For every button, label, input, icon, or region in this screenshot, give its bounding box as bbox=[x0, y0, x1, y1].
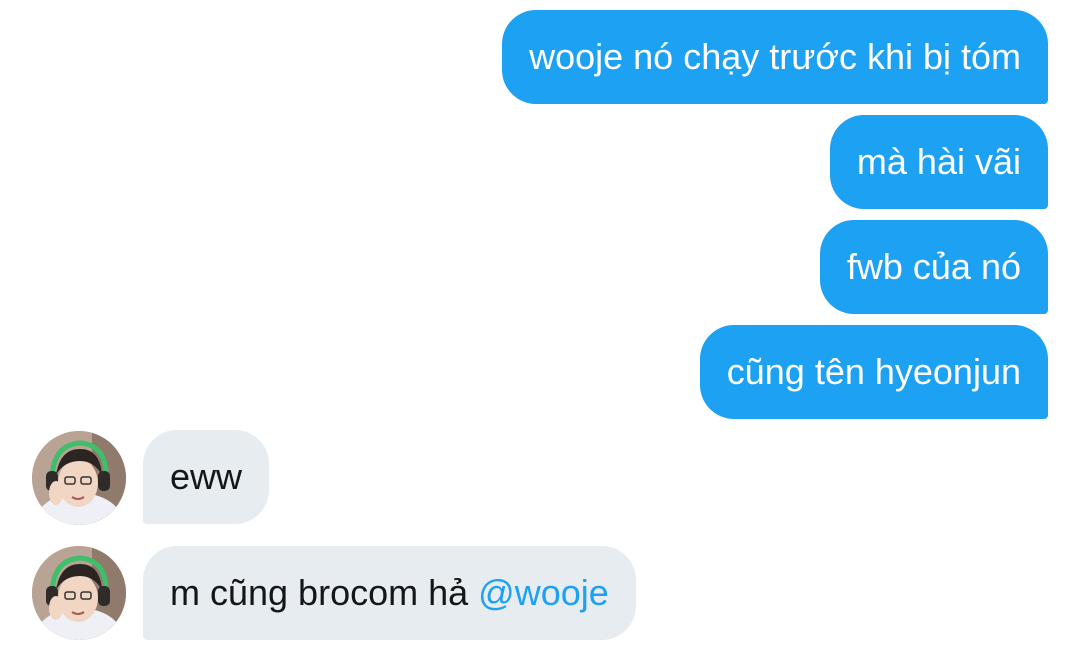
message-text: wooje nó chạy trước khi bị tóm bbox=[529, 36, 1021, 77]
message-thread: wooje nó chạy trước khi bị tóm mà hài vã… bbox=[0, 0, 1080, 650]
message-text: fwb của nó bbox=[846, 246, 1021, 287]
user-mention-link[interactable]: @wooje bbox=[478, 572, 609, 613]
message-text: eww bbox=[170, 456, 243, 497]
sender-avatar[interactable] bbox=[32, 431, 126, 525]
received-message-bubble[interactable]: eww bbox=[143, 430, 270, 524]
message-text: m cũng brocom hả bbox=[170, 572, 479, 613]
sent-message-bubble[interactable]: mà hài vãi bbox=[829, 115, 1048, 209]
sender-avatar[interactable] bbox=[32, 546, 126, 640]
avatar-photo-icon bbox=[32, 431, 126, 525]
message-text: cũng tên hyeonjun bbox=[726, 351, 1021, 392]
message-text: mà hài vãi bbox=[856, 141, 1021, 182]
sent-message-bubble[interactable]: fwb của nó bbox=[819, 220, 1048, 314]
received-message-bubble[interactable]: m cũng brocom hả @wooje bbox=[143, 546, 636, 640]
avatar-photo-icon bbox=[32, 546, 126, 640]
sent-message-bubble[interactable]: cũng tên hyeonjun bbox=[699, 325, 1048, 419]
sent-message-bubble[interactable]: wooje nó chạy trước khi bị tóm bbox=[502, 10, 1048, 104]
